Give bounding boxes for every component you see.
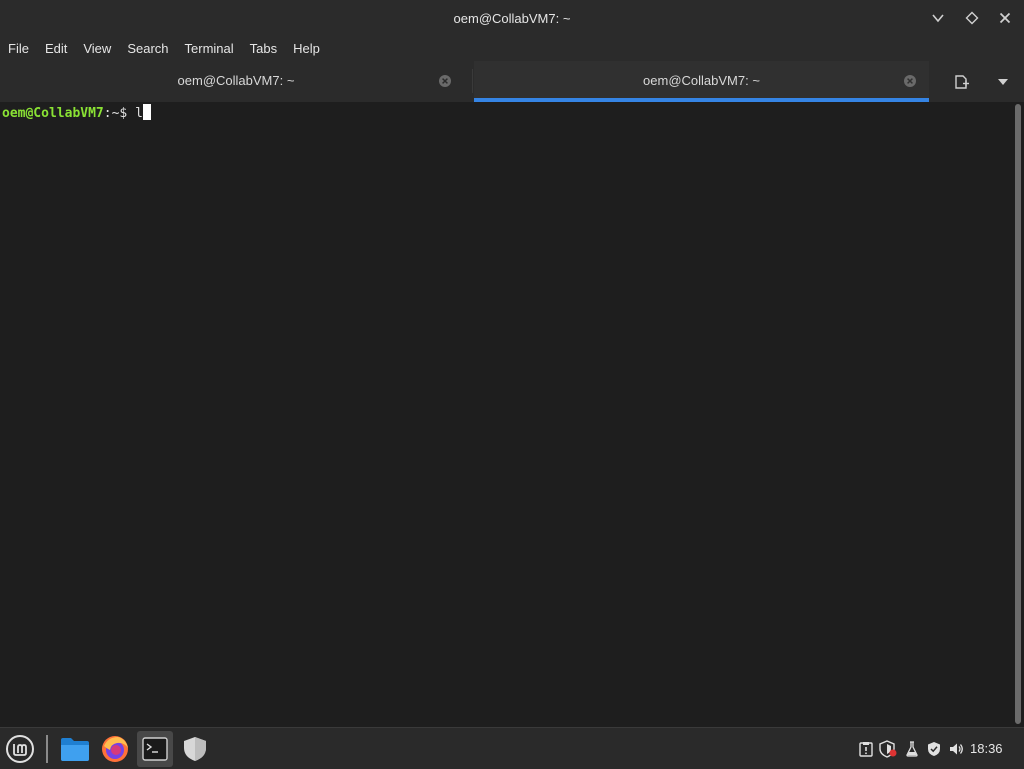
clipboard-icon [859,742,873,757]
menu-file[interactable]: File [0,37,37,61]
files-launcher[interactable] [57,731,93,767]
taskbar-separator [46,735,48,763]
close-icon [999,12,1011,24]
security-tray[interactable] [925,740,943,758]
clipboard-tray[interactable] [857,740,875,758]
prompt-directory: ~$ [111,106,136,121]
menu-view[interactable]: View [75,37,119,61]
scrollbar-thumb[interactable] [1015,104,1021,724]
menu-edit[interactable]: Edit [37,37,75,61]
close-button[interactable] [993,6,1017,30]
terminal-screen[interactable]: oem@CollabVM7:~$ l [0,102,1012,727]
tab-close-button[interactable] [438,74,452,88]
text-cursor [142,104,151,120]
diamond-icon [965,11,979,25]
command-input[interactable]: l [135,106,143,121]
window-title: oem@CollabVM7: ~ [453,11,571,26]
tab-terminal-1[interactable]: oem@CollabVM7: ~ [0,61,472,102]
new-tab-button[interactable] [948,69,974,95]
new-tab-icon [955,75,969,89]
files-icon [61,738,89,761]
terminal-icon [142,737,168,761]
update-manager-tray[interactable] [879,740,897,758]
taskbar: 18:36 [0,727,1024,769]
shield-icon [184,737,206,761]
tab-divider [472,69,473,93]
start-menu-button[interactable] [2,731,38,767]
title-bar[interactable]: oem@CollabVM7: ~ [0,0,1024,38]
security-app-launcher[interactable] [177,731,213,767]
tab-menu-button[interactable] [990,69,1016,95]
maximize-button[interactable] [960,6,984,30]
security-icon [928,742,940,756]
menu-icon [6,735,34,763]
flask-icon [906,741,918,757]
prompt-separator: : [103,106,112,121]
flask-tray[interactable] [903,740,921,758]
firefox-icon [102,736,128,762]
update-shield-icon [879,740,897,758]
scrollbar[interactable] [1012,102,1024,727]
chevron-down-icon [932,14,944,23]
terminal-window: oem@CollabVM7: ~ File Edit View Search T… [0,0,1024,727]
firefox-launcher[interactable] [97,731,133,767]
menu-terminal[interactable]: Terminal [177,37,242,61]
menu-tabs[interactable]: Tabs [242,37,285,61]
tab-bar: oem@CollabVM7: ~ oem@CollabVM7: ~ [0,61,1024,103]
close-circle-icon [439,75,451,87]
menu-search[interactable]: Search [119,37,176,61]
volume-tray[interactable] [947,740,965,758]
prompt-line: oem@CollabVM7:~$ l [2,104,151,122]
tab-label: oem@CollabVM7: ~ [643,73,760,88]
volume-icon [950,743,963,755]
tab-label: oem@CollabVM7: ~ [177,73,295,88]
minimize-button[interactable] [926,6,950,30]
tab-terminal-2-active[interactable]: oem@CollabVM7: ~ [474,61,929,102]
tab-close-button[interactable] [903,74,917,88]
terminal-launcher-active[interactable] [137,731,173,767]
caret-down-icon [998,79,1008,85]
prompt-user: oem@CollabVM7 [2,106,104,121]
close-circle-icon [904,75,916,87]
menu-bar: File Edit View Search Terminal Tabs Help [0,37,1024,61]
menu-help[interactable]: Help [285,37,328,61]
clock[interactable]: 18:36 [970,728,1003,769]
